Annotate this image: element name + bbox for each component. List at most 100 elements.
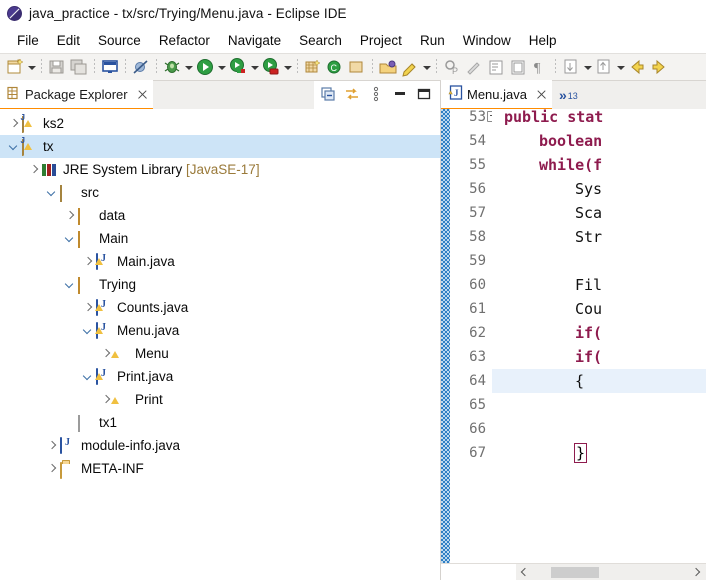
tree-node-jre-system-library[interactable]: JRE System Library [JavaSE-17] <box>0 158 440 181</box>
tree-node-main-package[interactable]: Main <box>0 227 440 250</box>
skip-breakpoints-icon[interactable] <box>131 57 151 77</box>
previous-annotation-icon[interactable] <box>594 57 614 77</box>
debug-dropdown[interactable] <box>183 57 194 77</box>
view-menu-icon[interactable] <box>367 85 387 105</box>
chevron-right-icon[interactable] <box>62 208 78 224</box>
close-icon[interactable] <box>136 88 149 101</box>
collapse-all-icon[interactable] <box>319 85 339 105</box>
toggle-word-wrap-icon[interactable] <box>508 57 528 77</box>
menu-edit[interactable]: Edit <box>48 31 89 50</box>
java-project-icon <box>22 115 39 133</box>
tree-node-label: tx <box>43 139 54 154</box>
menu-source[interactable]: Source <box>89 31 150 50</box>
save-all-icon[interactable] <box>69 57 89 77</box>
scrollbar-track[interactable] <box>533 564 689 580</box>
svg-text:¶: ¶ <box>534 61 541 76</box>
chevron-down-icon[interactable] <box>44 185 60 201</box>
coverage-icon[interactable] <box>228 57 248 77</box>
chevron-right-icon[interactable] <box>80 254 96 270</box>
line-number: 67 <box>469 445 486 461</box>
run-external-tools-icon[interactable] <box>261 57 281 77</box>
scrollbar-thumb[interactable] <box>551 567 599 578</box>
menu-refactor[interactable]: Refactor <box>150 31 219 50</box>
new-java-class-icon[interactable]: C <box>325 57 345 77</box>
tab-menu-java[interactable]: J Menu.java <box>441 80 552 110</box>
line-number: 57 <box>469 205 486 221</box>
debug-icon[interactable] <box>162 57 182 77</box>
chevron-down-icon[interactable] <box>80 369 96 385</box>
java-file-icon <box>60 437 77 454</box>
line-number-ruler[interactable]: 53 54 55 56 57 58 59 60 61 62 63 64 65 6… <box>450 109 498 563</box>
open-type-icon[interactable] <box>378 57 398 77</box>
editor-overflow-chevron[interactable]: » 13 <box>559 87 578 103</box>
tree-node-tx1[interactable]: tx1 <box>0 411 440 434</box>
tree-node-ks2[interactable]: ks2 <box>0 112 440 135</box>
run-dropdown[interactable] <box>216 57 227 77</box>
editor-horizontal-scrollbar[interactable] <box>441 563 706 580</box>
tree-node-print-class[interactable]: Print <box>0 388 440 411</box>
close-icon[interactable] <box>535 88 548 101</box>
scroll-right-arrow-icon[interactable] <box>689 564 706 580</box>
minimize-icon[interactable] <box>391 85 411 105</box>
chevron-right-icon[interactable] <box>80 300 96 316</box>
tree-node-counts-java[interactable]: Counts.java <box>0 296 440 319</box>
tree-node-menu-class[interactable]: Menu <box>0 342 440 365</box>
tree-node-main-java[interactable]: Main.java <box>0 250 440 273</box>
new-java-package-icon[interactable] <box>303 57 323 77</box>
tab-package-explorer[interactable]: Package Explorer <box>0 80 153 110</box>
chevron-down-icon[interactable] <box>80 323 96 339</box>
editor-overflow-count: 13 <box>567 91 578 101</box>
save-icon[interactable] <box>47 57 67 77</box>
back-icon[interactable] <box>627 57 647 77</box>
tree-node-menu-java[interactable]: Menu.java <box>0 319 440 342</box>
menu-window[interactable]: Window <box>454 31 520 50</box>
toolbar-separator-1 <box>41 59 42 75</box>
run-external-dropdown[interactable] <box>282 57 293 77</box>
next-annotation-icon[interactable] <box>561 57 581 77</box>
line-number: 66 <box>469 421 486 437</box>
next-annotation-dropdown[interactable] <box>582 57 593 77</box>
tree-node-data[interactable]: data <box>0 204 440 227</box>
chevron-down-icon[interactable] <box>62 277 78 293</box>
forward-icon[interactable] <box>649 57 669 77</box>
open-console-icon[interactable] <box>100 57 120 77</box>
new-wizard-dropdown[interactable] <box>26 57 37 77</box>
search-icon[interactable] <box>400 57 420 77</box>
tree-node-label: module-info.java <box>81 438 181 453</box>
search-dropdown[interactable] <box>421 57 432 77</box>
scroll-left-arrow-icon[interactable] <box>516 564 533 580</box>
code-editor[interactable]: 53 54 55 56 57 58 59 60 61 62 63 64 65 6… <box>441 109 706 563</box>
chevron-down-icon[interactable] <box>62 231 78 247</box>
new-java-project-icon[interactable] <box>347 57 367 77</box>
pin-editor-icon[interactable] <box>464 57 484 77</box>
toggle-block-selection-icon[interactable] <box>486 57 506 77</box>
tree-node-trying-package[interactable]: Trying <box>0 273 440 296</box>
code-text-area[interactable]: public stat boolean while(f Sys Sca Str … <box>492 109 706 563</box>
menu-bar: File Edit Source Refactor Navigate Searc… <box>0 27 706 53</box>
menu-project[interactable]: Project <box>351 31 411 50</box>
new-wizard-icon[interactable] <box>5 57 25 77</box>
previous-annotation-dropdown[interactable] <box>615 57 626 77</box>
tree-node-print-java[interactable]: Print.java <box>0 365 440 388</box>
menu-run[interactable]: Run <box>411 31 454 50</box>
coverage-dropdown[interactable] <box>249 57 260 77</box>
run-icon[interactable] <box>195 57 215 77</box>
menu-file[interactable]: File <box>8 31 48 50</box>
chevron-right-icon[interactable] <box>44 461 60 477</box>
menu-help[interactable]: Help <box>520 31 566 50</box>
tree-node-tx[interactable]: tx <box>0 135 440 158</box>
tree-node-meta-inf[interactable]: META-INF <box>0 457 440 480</box>
show-whitespace-icon[interactable]: ¶ <box>530 57 550 77</box>
menu-navigate[interactable]: Navigate <box>219 31 290 50</box>
chevron-right-icon[interactable] <box>26 162 42 178</box>
tree-node-src[interactable]: src <box>0 181 440 204</box>
toggle-mark-occurrences-icon[interactable]: P <box>442 57 462 77</box>
tree-node-module-info-java[interactable]: module-info.java <box>0 434 440 457</box>
project-tree[interactable]: ks2 tx JRE System Library [JavaS <box>0 109 440 580</box>
link-with-editor-icon[interactable] <box>343 85 363 105</box>
maximize-icon[interactable] <box>415 85 435 105</box>
toolbar-separator-2 <box>94 59 95 75</box>
menu-search[interactable]: Search <box>290 31 351 50</box>
chevron-right-icon[interactable] <box>44 438 60 454</box>
toolbar-separator-3 <box>125 59 126 75</box>
